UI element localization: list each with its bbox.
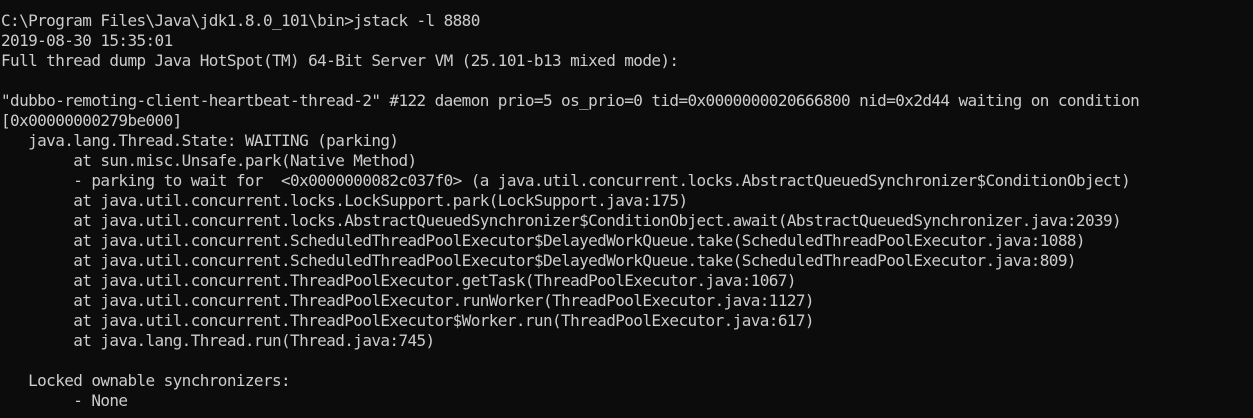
locked-synchronizers-value-line: - None <box>1 391 128 410</box>
stack-frame-line: at java.util.concurrent.ThreadPoolExecut… <box>1 311 814 330</box>
stack-frame-line: at java.util.concurrent.ThreadPoolExecut… <box>1 291 814 310</box>
stack-frame-line: at java.util.concurrent.ThreadPoolExecut… <box>1 271 796 290</box>
command-prompt-line: C:\Program Files\Java\jdk1.8.0_101\bin>j… <box>1 11 480 30</box>
stack-frame-line: at java.util.concurrent.ScheduledThreadP… <box>1 231 1085 250</box>
locked-synchronizers-header-line: Locked ownable synchronizers: <box>1 371 291 390</box>
thread-dump-header-line: Full thread dump Java HotSpot(TM) 64-Bit… <box>1 51 679 70</box>
terminal-output[interactable]: C:\Program Files\Java\jdk1.8.0_101\bin>j… <box>0 0 1253 418</box>
timestamp-line: 2019-08-30 15:35:01 <box>1 31 173 50</box>
thread-state-line: java.lang.Thread.State: WAITING (parking… <box>1 131 399 150</box>
stack-frame-line: at sun.misc.Unsafe.park(Native Method) <box>1 151 417 170</box>
thread-header-line: "dubbo-remoting-client-heartbeat-thread-… <box>1 91 1140 110</box>
thread-address-line: [0x00000000279be000] <box>1 111 182 130</box>
stack-frame-line: at java.util.concurrent.ScheduledThreadP… <box>1 251 1076 270</box>
stack-frame-line: at java.util.concurrent.locks.LockSuppor… <box>1 191 688 210</box>
stack-frame-line: at java.util.concurrent.locks.AbstractQu… <box>1 211 1122 230</box>
stack-frame-line: at java.lang.Thread.run(Thread.java:745) <box>1 331 435 350</box>
parking-info-line: - parking to wait for <0x0000000082c037f… <box>1 171 1131 190</box>
